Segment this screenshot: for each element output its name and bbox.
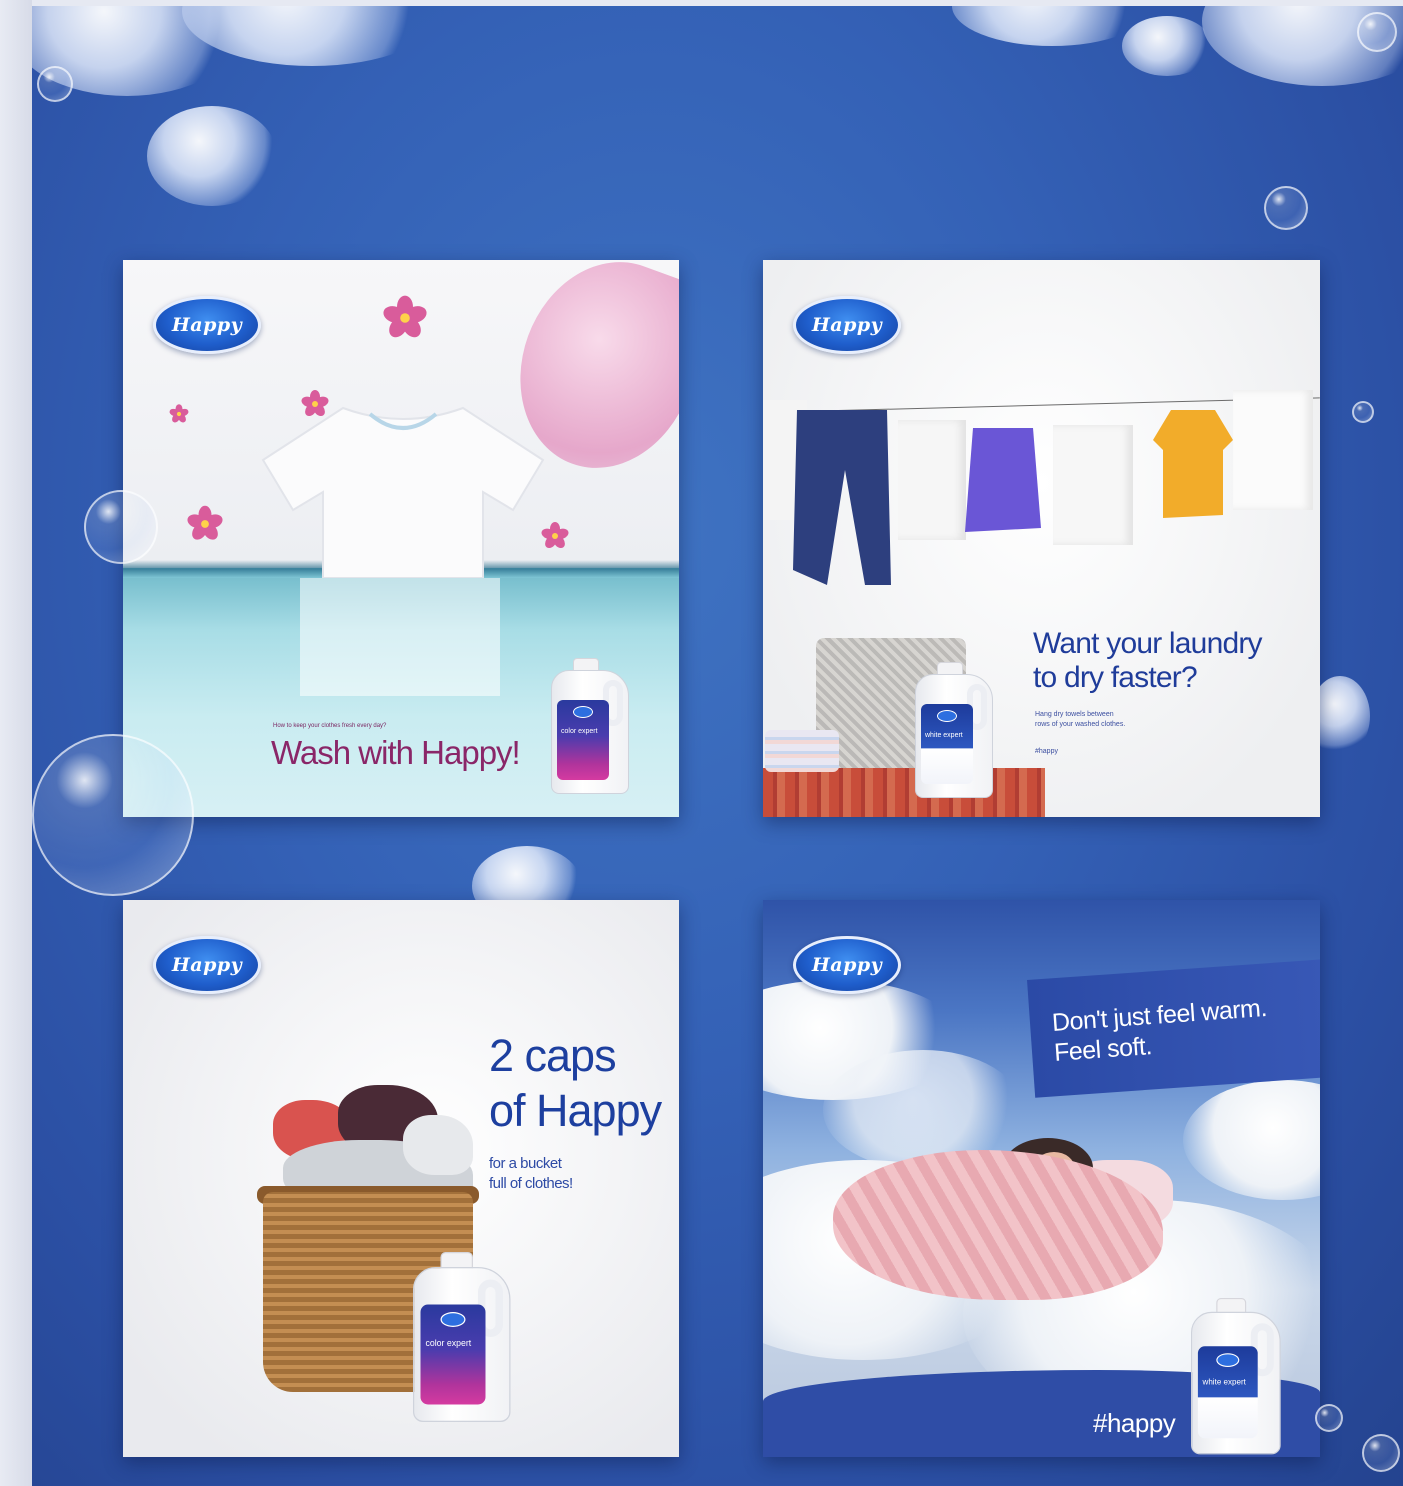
bubble-decoration bbox=[1362, 1434, 1400, 1472]
orchid-flower-icon bbox=[540, 522, 570, 551]
bottle-label: white expert bbox=[1202, 1378, 1246, 1387]
subtext-line-2: rows of your washed clothes. bbox=[1035, 721, 1126, 728]
orchid-flower-icon bbox=[185, 505, 225, 543]
headline: Wash with Happy! bbox=[271, 734, 521, 771]
clothes-pile-image bbox=[403, 1115, 473, 1175]
ad-showcase-canvas: Happy How to keep your clothes fresh eve… bbox=[32, 6, 1403, 1486]
shirt-underwater bbox=[300, 578, 500, 696]
orchid-flower-icon bbox=[168, 404, 190, 424]
foam-decoration bbox=[147, 106, 277, 206]
checked-cloth-image bbox=[763, 768, 1045, 817]
detergent-bottle-image: white expert bbox=[1191, 1298, 1281, 1455]
ad-card-feel-soft: Happy Don't just feel warm. Feel soft. #… bbox=[763, 900, 1320, 1457]
headline-line-2: of Happy bbox=[489, 1085, 662, 1136]
white-shirt-image bbox=[261, 406, 545, 578]
towel-image bbox=[1053, 425, 1133, 545]
headline-line-1: Want your laundry bbox=[1033, 627, 1263, 660]
subtext: Hang dry towels between rows of your was… bbox=[1035, 710, 1125, 730]
detergent-bottle-image: color expert bbox=[413, 1252, 511, 1422]
headline-line-1: 2 caps bbox=[489, 1030, 617, 1081]
foam-decoration bbox=[1122, 16, 1212, 76]
ad-card-two-caps: Happy 2 caps of Happy for a bucket full … bbox=[123, 900, 679, 1457]
ad-card-wash-with-happy: Happy How to keep your clothes fresh eve… bbox=[123, 260, 679, 817]
orchid-flower-icon bbox=[381, 295, 429, 341]
bubble-decoration bbox=[37, 66, 73, 102]
happy-logo: Happy bbox=[153, 296, 261, 354]
bubble-decoration bbox=[32, 734, 194, 896]
yellow-shirt-image bbox=[1153, 410, 1233, 518]
purple-shirt-image bbox=[965, 428, 1041, 532]
hashtag: #happy bbox=[1035, 748, 1058, 755]
bubble-decoration bbox=[1315, 1404, 1343, 1432]
headline-line-2: to dry faster? bbox=[1033, 661, 1198, 694]
detergent-bottle-image: white expert bbox=[915, 662, 993, 798]
headline: 2 caps of Happy bbox=[489, 1028, 662, 1138]
jeans-image bbox=[793, 410, 891, 585]
hashtag: #happy bbox=[1093, 1408, 1176, 1438]
bubble-decoration bbox=[1264, 186, 1308, 230]
subtext-line-1: for a bucket bbox=[489, 1155, 562, 1172]
tagline-question: How to keep your clothes fresh every day… bbox=[273, 723, 387, 729]
headline: Want your laundry to dry faster? bbox=[1033, 627, 1263, 695]
happy-logo: Happy bbox=[153, 936, 261, 994]
subtext: for a bucket full of clothes! bbox=[489, 1154, 573, 1194]
towel-image bbox=[1233, 390, 1313, 510]
folded-towels-image bbox=[765, 730, 839, 772]
bottle-label: white expert bbox=[925, 732, 963, 739]
happy-logo: Happy bbox=[793, 936, 901, 994]
orchid-flower-icon bbox=[300, 390, 330, 419]
bubble-decoration bbox=[84, 490, 158, 564]
page-margin bbox=[0, 0, 32, 1486]
bubble-decoration bbox=[1357, 12, 1397, 52]
bottle-label: color expert bbox=[561, 728, 598, 735]
subtext-line-1: Hang dry towels between bbox=[1035, 711, 1114, 718]
towel-image bbox=[898, 420, 966, 540]
bubble-decoration bbox=[1352, 401, 1374, 423]
detergent-bottle-image: color expert bbox=[551, 658, 629, 794]
subtext-line-2: full of clothes! bbox=[489, 1175, 573, 1192]
cloud-decoration bbox=[1183, 1080, 1320, 1200]
ad-card-dry-faster: Happy white expert Want your laundry to … bbox=[763, 260, 1320, 817]
bottle-label: color expert bbox=[425, 1339, 472, 1349]
happy-logo: Happy bbox=[793, 296, 901, 354]
